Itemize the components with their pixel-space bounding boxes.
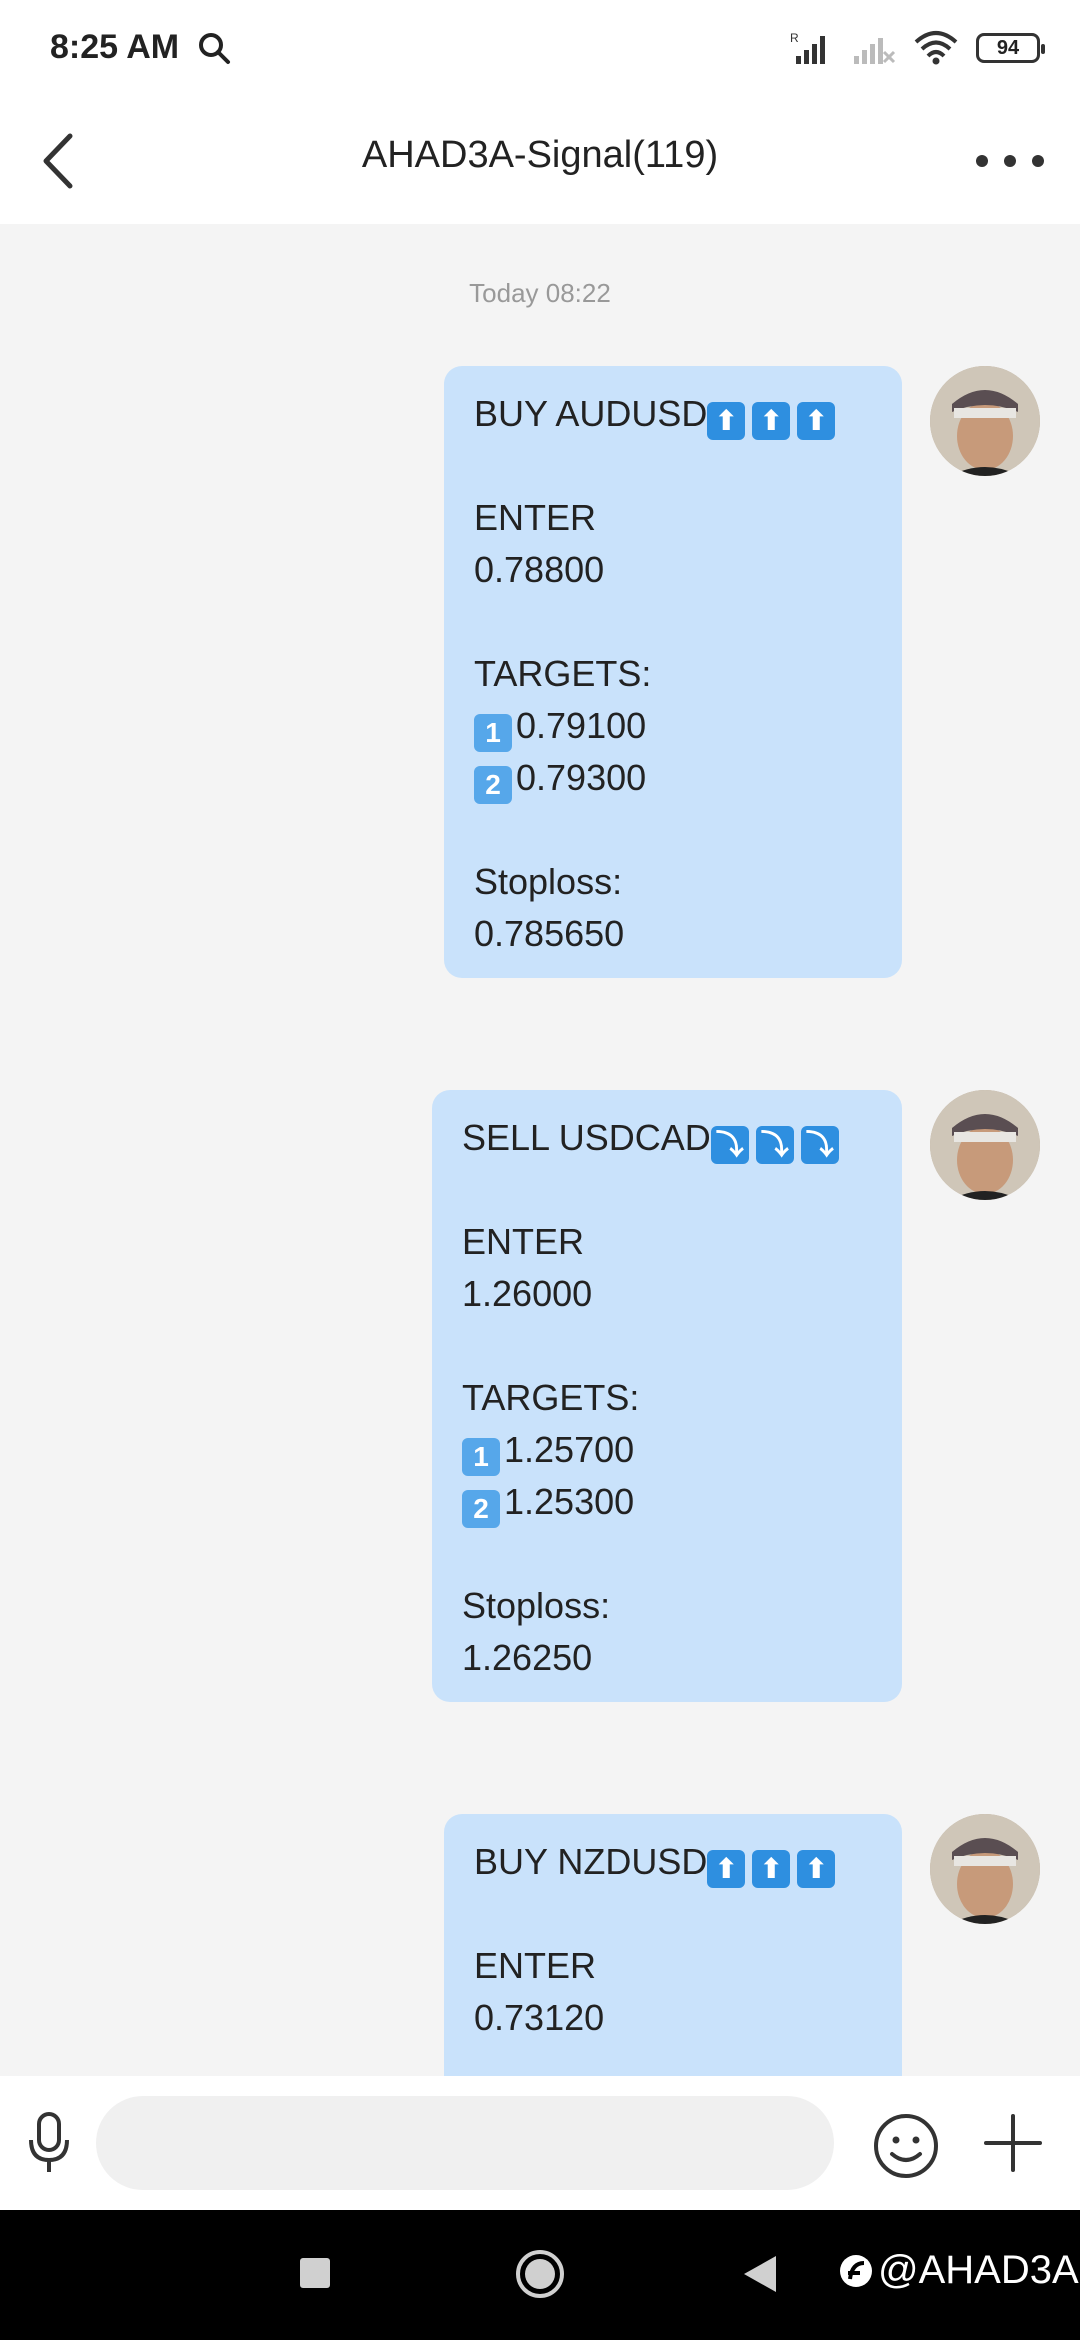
keycap-2-icon: 2 [474,766,512,804]
system-nav-bar: @AHAD3A [0,2210,1080,2340]
avatar[interactable] [930,1090,1040,1200]
svg-text:R: R [790,31,799,45]
more-dots-icon[interactable] [970,136,1050,186]
home-button[interactable] [514,2248,566,2300]
target-2-value: 0.79300 [516,757,647,798]
arrow-up-icon: ⬆ [707,1850,746,1888]
signal-no-service-icon [854,38,896,64]
target-2-value: 1.25300 [504,1481,635,1522]
chat-area[interactable]: Today 08:22 BUY AUDUSD ⬆ ⬆ ⬆ ENTER 0.78800 … [0,224,1080,2076]
enter-value: 0.73120 [474,1997,605,2038]
enter-value: 0.78800 [474,549,605,590]
arrow-up-icon: ⬆ [752,402,791,440]
stoploss-label: Stoploss: [474,861,623,902]
status-bar: 8:25 AM R 94 [0,0,1080,96]
message-bubble[interactable]: BUY AUDUSD ⬆ ⬆ ⬆ ENTER 0.78800 TARGETS: 1 0.… [444,366,902,978]
stoploss-label: Stoploss: [462,1585,611,1626]
arrow-down-curve-icon: ⤵ [710,1126,749,1164]
input-bar [0,2076,1080,2210]
keycap-1-icon: 1 [462,1438,500,1476]
wifi-icon [914,31,958,65]
arrow-up-icon: ⬆ [752,1850,791,1888]
watermark: @AHAD3A [838,2248,1079,2293]
watermark-text: @AHAD3A [878,2248,1079,2292]
recent-apps-button[interactable] [300,2258,330,2288]
target-1-value: 0.79100 [516,705,647,746]
keycap-2-icon: 2 [462,1490,500,1528]
signal-pair: SELL USDCAD [462,1117,711,1158]
targets-label: TARGETS: [474,653,652,694]
emoji-icon[interactable] [872,2112,940,2180]
target-1-value: 1.25700 [504,1429,635,1470]
battery-icon: 94 [976,33,1045,63]
message-bubble[interactable]: BUY NZDUSD ⬆ ⬆ ⬆ ENTER 0.73120 [444,1814,902,2076]
targets-label: TARGETS: [462,1377,640,1418]
chat-header: AHAD3A-Signal(119) [0,96,1080,224]
enter-label: ENTER [462,1221,585,1262]
arrow-down-curve-icon: ⤵ [800,1126,839,1164]
signal-icon: R [790,31,825,64]
keycap-1-icon: 1 [474,714,512,752]
status-icons: R 94 [790,28,1045,68]
arrow-down-curve-icon: ⤵ [755,1126,794,1164]
stoploss-value: 0.785650 [474,913,625,954]
enter-value: 1.26000 [462,1273,593,1314]
microphone-icon[interactable] [24,2110,74,2176]
arrow-up-icon: ⬆ [797,1850,836,1888]
app-logo-icon [840,2254,872,2287]
message-timestamp: Today 08:22 [469,278,611,308]
avatar[interactable] [930,366,1040,476]
arrow-up-icon: ⬆ [797,402,836,440]
chat-title: AHAD3A-Signal(119) [361,134,719,176]
back-triangle-icon[interactable] [742,2254,778,2294]
signal-pair: BUY AUDUSD [474,393,708,434]
status-time: 8:25 AM [50,28,180,66]
message-bubble[interactable]: SELL USDCAD ⤵ ⤵ ⤵ ENTER 1.26000 TARGETS: 11… [432,1090,902,1702]
enter-label: ENTER [474,497,597,538]
search-icon [199,33,230,64]
signal-pair: BUY NZDUSD [474,1841,708,1882]
battery-level: 94 [996,36,1020,59]
plus-icon[interactable] [982,2112,1044,2174]
avatar[interactable] [930,1814,1040,1924]
message-input[interactable] [96,2096,834,2190]
arrow-up-icon: ⬆ [707,402,746,440]
enter-label: ENTER [474,1945,597,1986]
stoploss-value: 1.26250 [462,1637,593,1678]
